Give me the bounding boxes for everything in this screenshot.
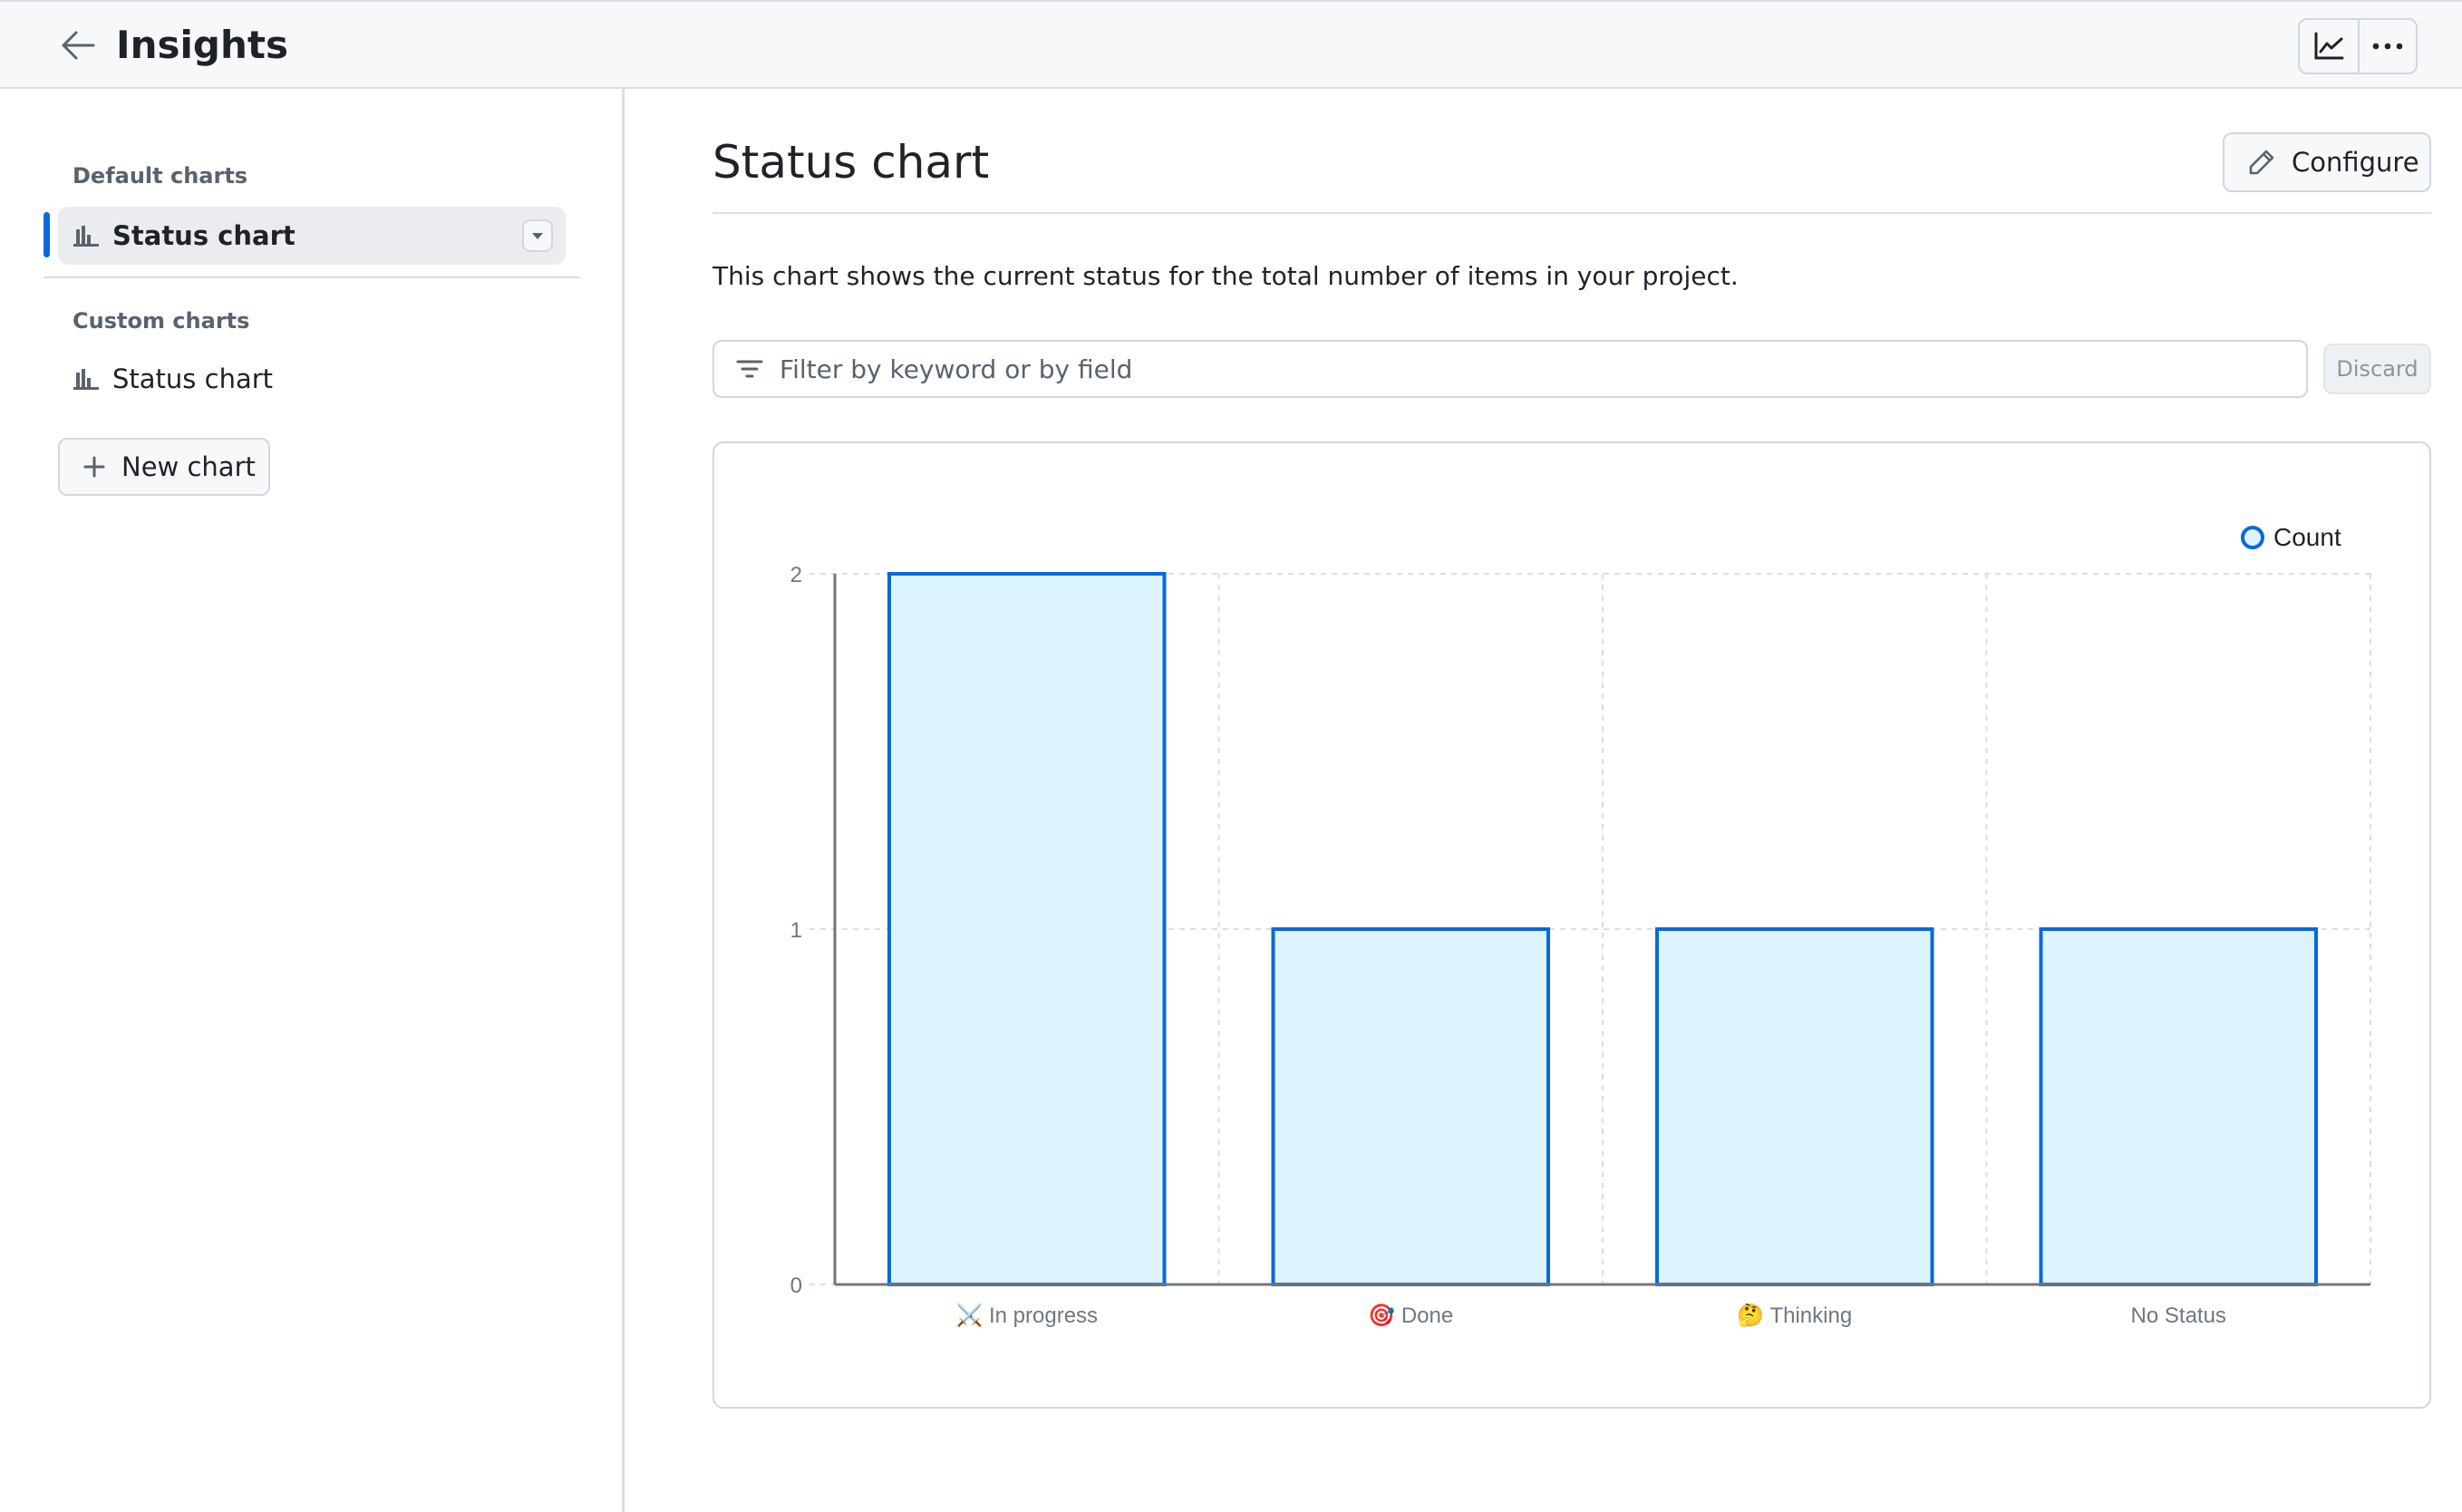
- y-tick-label: 2: [790, 563, 802, 587]
- chart-legend[interactable]: Count: [2241, 523, 2341, 552]
- x-tick-label: ⚔️ In progress: [955, 1303, 1098, 1328]
- y-tick-label: 1: [790, 918, 802, 943]
- bar-1: [1271, 927, 1550, 1286]
- x-tick-label: 🎯 Done: [1368, 1304, 1453, 1328]
- legend-marker-icon: [2241, 526, 2264, 549]
- x-tick-label: No Status: [2131, 1304, 2226, 1328]
- bar-0: [887, 572, 1167, 1286]
- x-tick-label: 🤔 Thinking: [1737, 1304, 1852, 1328]
- legend-label: Count: [2273, 523, 2341, 551]
- bar-3: [2039, 927, 2318, 1286]
- bar-2: [1655, 927, 1934, 1286]
- y-tick-label: 0: [790, 1274, 802, 1298]
- status-bar-chart: 0 1 2 ⚔️ In progress 🎯 Done 🤔 Thinking No Stat…: [790, 563, 2371, 1328]
